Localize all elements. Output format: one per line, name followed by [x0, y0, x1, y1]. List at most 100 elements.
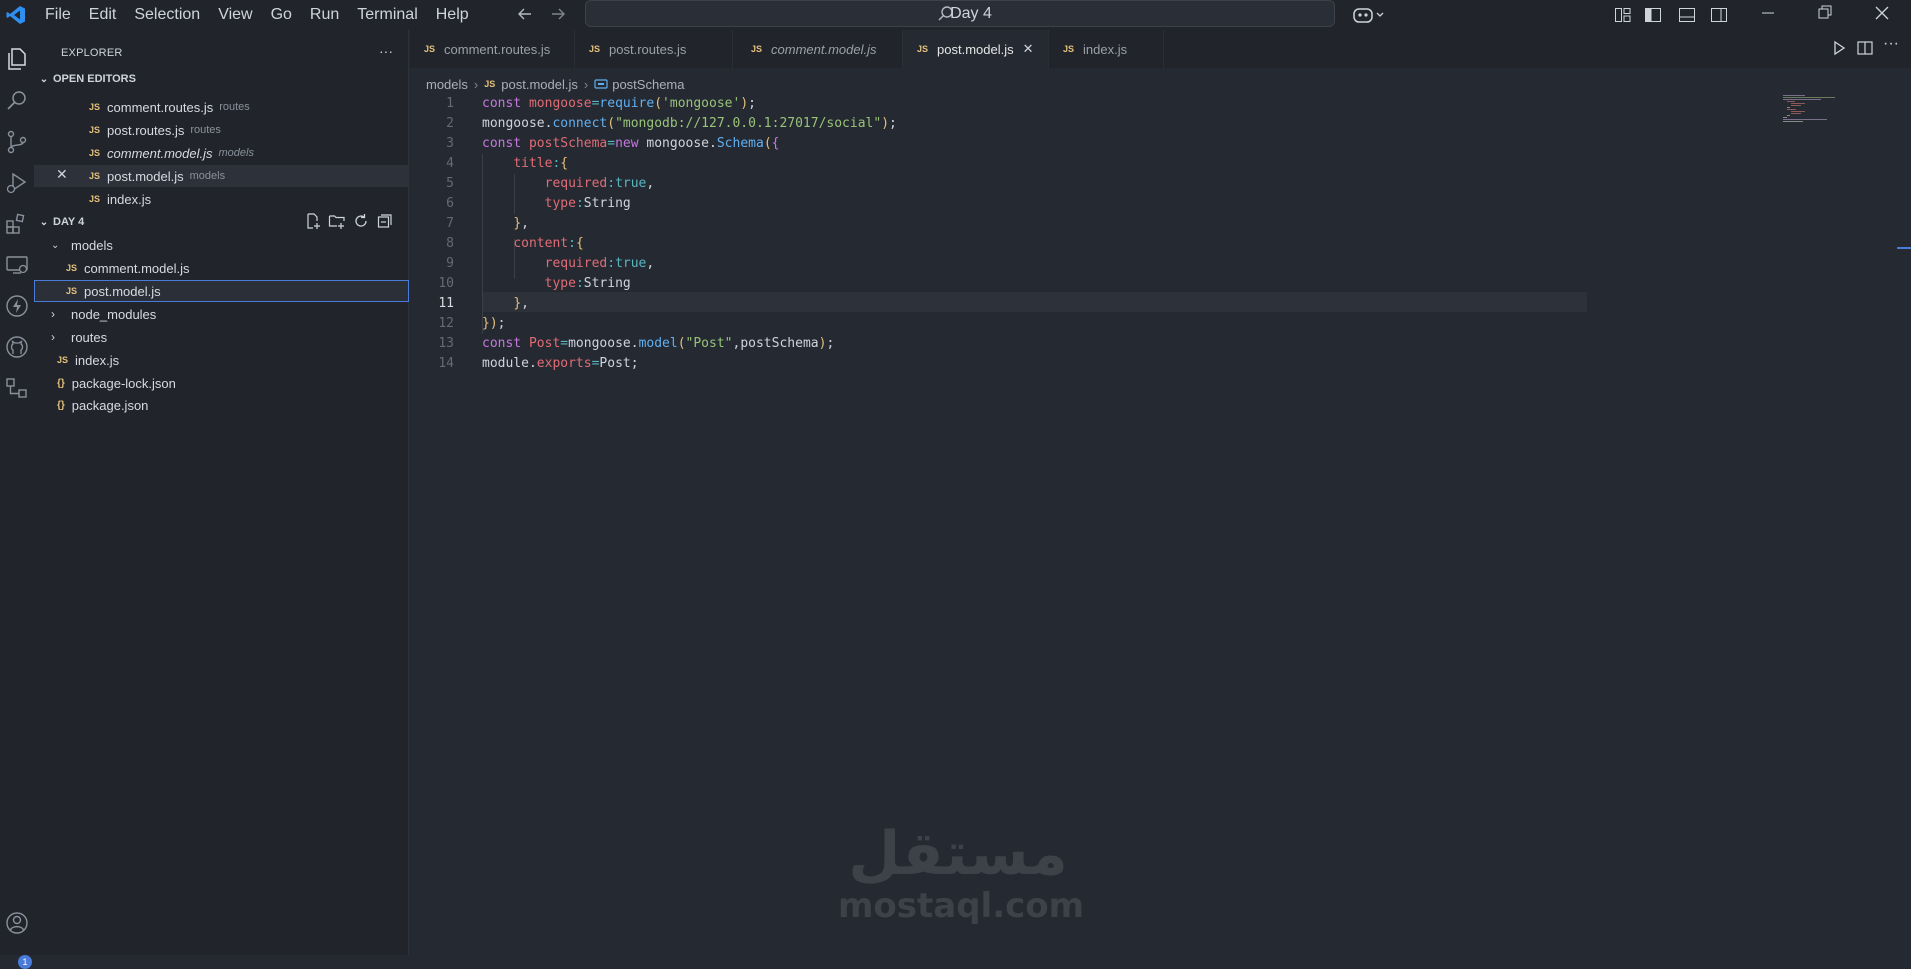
open-editor-name: comment.model.js — [107, 145, 213, 161]
open-editor-name: post.model.js — [107, 168, 184, 184]
search-icon[interactable] — [4, 88, 30, 114]
json-file-icon: {} — [57, 399, 65, 411]
menu-edit[interactable]: Edit — [80, 6, 126, 24]
javascript-file-icon: JS — [751, 44, 763, 54]
code-line: }, — [513, 216, 529, 231]
tree-file-selected[interactable]: JS post.model.js — [34, 280, 409, 302]
collapse-all-icon[interactable] — [376, 212, 394, 230]
tree-folder-models[interactable]: ⌄ models — [34, 234, 409, 256]
line-number: 10 — [438, 276, 454, 291]
tree-file[interactable]: JS comment.model.js — [34, 257, 409, 279]
run-debug-icon[interactable] — [4, 170, 30, 196]
tab-post-routes[interactable]: JS post.routes.js — [575, 30, 733, 68]
vscode-logo-icon[interactable] — [6, 5, 26, 25]
breadcrumb-folder[interactable]: models — [426, 77, 468, 92]
javascript-file-icon: JS — [89, 148, 101, 158]
back-arrow-icon[interactable] — [516, 5, 534, 23]
tree-file[interactable]: {} package.json — [34, 394, 409, 416]
watermark: مستقل mostaql.com — [838, 819, 1085, 940]
scrollbar-cursor-marker — [1897, 247, 1911, 249]
watermark-arabic: مستقل — [848, 819, 1068, 889]
javascript-file-icon: JS — [424, 44, 436, 54]
toggle-primary-sidebar-icon[interactable] — [1644, 6, 1662, 24]
line-number: 9 — [446, 256, 454, 271]
tab-comment-routes[interactable]: JS comment.routes.js — [410, 30, 575, 68]
command-center[interactable]: Day 4 — [585, 0, 1335, 27]
open-editor-name: post.routes.js — [107, 122, 185, 138]
minimize-icon[interactable] — [1760, 3, 1776, 23]
chevron-right-icon: › — [51, 307, 55, 321]
menu-view[interactable]: View — [209, 6, 261, 24]
close-editor-icon[interactable]: ✕ — [56, 166, 68, 183]
line-number: 12 — [438, 316, 454, 331]
open-editor-name: index.js — [107, 191, 152, 207]
javascript-file-icon: JS — [66, 263, 78, 273]
tree-file[interactable]: JS index.js — [34, 349, 409, 371]
javascript-file-icon: JS — [66, 286, 78, 296]
tab-index[interactable]: JS index.js — [1049, 30, 1164, 68]
restore-icon[interactable] — [1817, 3, 1833, 23]
javascript-file-icon: JS — [589, 44, 601, 54]
menu-help[interactable]: Help — [427, 6, 478, 24]
database-connections-icon[interactable] — [4, 375, 30, 401]
customize-layout-icon[interactable] — [1614, 6, 1632, 24]
watermark-latin: mostaql.com — [838, 886, 1085, 926]
open-editor-item[interactable]: JS comment.routes.js routes — [34, 96, 409, 118]
workspace-header[interactable]: ⌄ DAY 4 — [34, 211, 409, 233]
code-line: module.exports=Post; — [482, 356, 639, 371]
tab-post-model[interactable]: JS post.model.js ✕ — [903, 30, 1049, 68]
split-editor-icon[interactable] — [1856, 39, 1874, 57]
explorer-files-icon[interactable] — [4, 46, 30, 72]
open-editor-item[interactable]: JS index.js — [34, 188, 409, 210]
github-icon[interactable] — [4, 334, 30, 360]
more-actions-icon[interactable]: ··· — [1883, 35, 1899, 53]
breadcrumb-symbol[interactable]: postSchema — [612, 77, 684, 92]
thunder-client-icon[interactable] — [4, 293, 30, 319]
accounts-icon[interactable] — [4, 910, 30, 936]
close-tab-icon[interactable]: ✕ — [1023, 41, 1034, 57]
chevron-right-icon: › — [51, 330, 55, 344]
code-line-current: }, — [513, 296, 529, 311]
breadcrumb-file[interactable]: post.model.js — [501, 77, 578, 92]
refresh-icon[interactable] — [352, 212, 370, 230]
menu-file[interactable]: File — [36, 6, 80, 24]
remote-explorer-icon[interactable] — [4, 252, 30, 278]
toggle-secondary-sidebar-icon[interactable] — [1710, 6, 1728, 24]
new-folder-icon[interactable] — [328, 212, 346, 230]
code-line: }); — [482, 316, 506, 331]
open-editors-header[interactable]: ⌄ OPEN EDITORS — [34, 68, 409, 90]
chevron-down-icon: ⌄ — [39, 216, 49, 228]
accounts-badge: 1 — [18, 955, 32, 969]
open-editor-item[interactable]: JS post.routes.js routes — [34, 119, 409, 141]
new-file-icon[interactable] — [304, 212, 322, 230]
editor-tabs: JS comment.routes.js JS post.routes.js J… — [410, 30, 1911, 68]
workspace-label: DAY 4 — [53, 216, 85, 228]
open-editor-item[interactable]: JS comment.model.js models — [34, 142, 409, 164]
code-line: required:true, — [544, 256, 655, 271]
menu-run[interactable]: Run — [301, 6, 348, 24]
menu-terminal[interactable]: Terminal — [348, 6, 426, 24]
source-control-icon[interactable] — [4, 129, 30, 155]
menu-go[interactable]: Go — [262, 6, 301, 24]
close-window-icon[interactable] — [1873, 3, 1891, 23]
line-number: 2 — [446, 116, 454, 131]
tree-folder-routes[interactable]: › routes — [34, 326, 409, 348]
more-actions-icon[interactable]: ··· — [379, 43, 393, 59]
menu-selection[interactable]: Selection — [125, 6, 209, 24]
breadcrumb: models › JS post.model.js › postSchema — [426, 75, 684, 93]
open-editor-item-active[interactable]: ✕ JS post.model.js models — [34, 165, 409, 187]
run-file-icon[interactable] — [1830, 39, 1848, 57]
tab-comment-model[interactable]: JS comment.model.js — [733, 30, 903, 68]
tree-item-label: comment.model.js — [84, 260, 190, 276]
extensions-icon[interactable] — [4, 211, 30, 237]
tree-folder-node-modules[interactable]: › node_modules — [34, 303, 409, 325]
code-line: type:String — [544, 196, 631, 211]
tree-file[interactable]: {} package-lock.json — [34, 372, 409, 394]
copilot-icon[interactable] — [1352, 5, 1388, 25]
minimap[interactable] — [1783, 94, 1843, 134]
forward-arrow-icon[interactable] — [549, 5, 567, 23]
toggle-panel-icon[interactable] — [1678, 6, 1696, 24]
line-number: 3 — [446, 136, 454, 151]
chevron-down-icon: ⌄ — [51, 239, 60, 251]
code-editor[interactable]: 1 2 3 4 5 6 7 8 9 10 11 12 13 14 const m… — [410, 94, 1911, 955]
